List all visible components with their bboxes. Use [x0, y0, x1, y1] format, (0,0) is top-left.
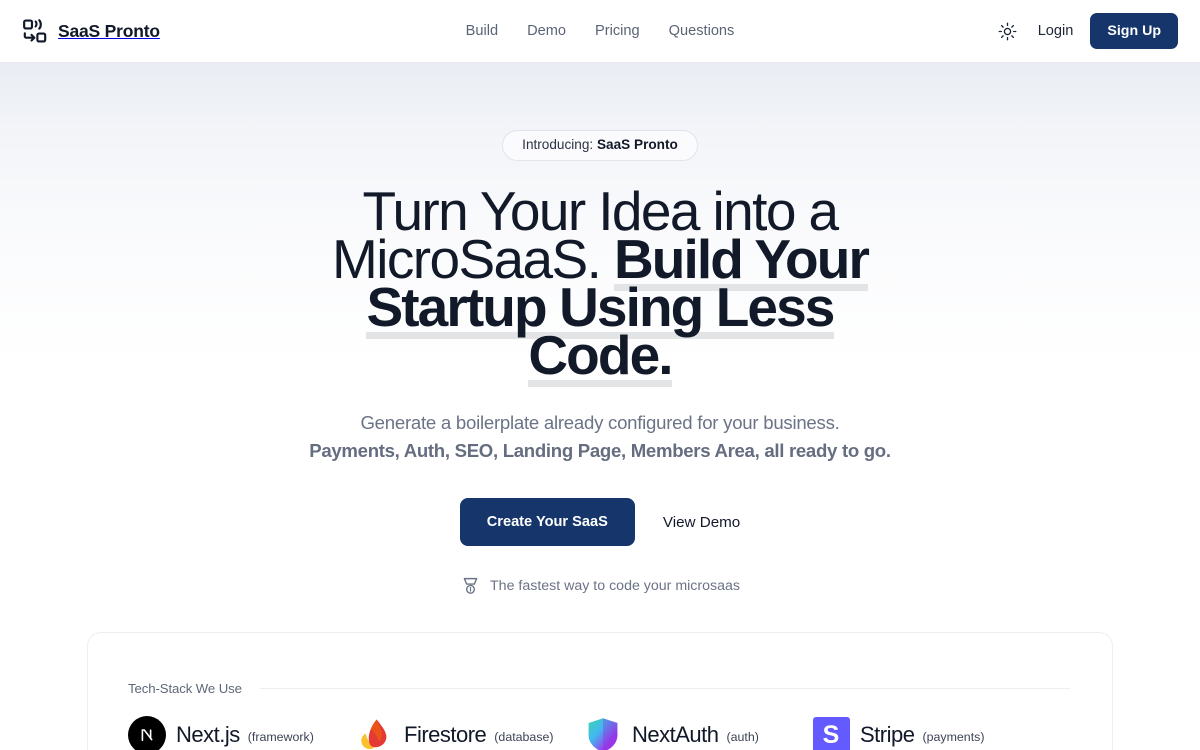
tech-stack-item-stripe: S Stripe (payments): [812, 716, 1040, 750]
landing-page: SaaS Pronto Build Demo Pricing Questions: [0, 0, 1200, 750]
login-link[interactable]: Login: [1038, 23, 1074, 39]
tech-stack-list: Next.js (framework) Firestore (database): [128, 716, 1072, 750]
nextauth-shield-glyph: [588, 718, 618, 750]
tech-stack-item-nextauth: NextAuth (auth): [584, 716, 812, 750]
announcement-badge[interactable]: Introducing: SaaS Pronto: [502, 130, 698, 161]
saas-pronto-logo-icon: [23, 19, 47, 43]
medal-icon: [463, 577, 478, 594]
badge-prefix: Introducing:: [522, 137, 597, 152]
hero-cta-row: Create Your SaaS View Demo: [0, 497, 1200, 546]
signup-button[interactable]: Sign Up: [1090, 13, 1178, 49]
tech-tag-nextjs: (framework): [247, 730, 314, 744]
hero-tagline: The fastest way to code your microsaas: [0, 576, 1200, 597]
navbar-actions: Login Sign Up: [995, 13, 1178, 49]
tech-name-nextauth: NextAuth: [632, 722, 719, 747]
page-title: Turn Your Idea into a MicroSaaS. Build Y…: [290, 183, 910, 382]
nav-link-build[interactable]: Build: [466, 23, 498, 39]
brand-logo-link[interactable]: SaaS Pronto: [22, 18, 160, 44]
tech-stack-item-firestore: Firestore (database): [356, 716, 584, 750]
hero-subtitle: Generate a boilerplate already configure…: [0, 409, 1200, 465]
stripe-letter: S: [812, 716, 850, 750]
hero-subtitle-line-2: Payments, Auth, SEO, Landing Page, Membe…: [309, 439, 891, 461]
top-navbar: SaaS Pronto Build Demo Pricing Questions: [0, 0, 1200, 63]
hero-section: Introducing: SaaS Pronto Turn Your Idea …: [0, 63, 1200, 597]
firebase-logo-icon: [356, 716, 394, 750]
tech-name-stripe: Stripe: [860, 722, 915, 747]
hero-tagline-text: The fastest way to code your microsaas: [490, 578, 740, 595]
nextauth-shield-icon: [584, 716, 622, 750]
tech-tag-nextauth: (auth): [726, 730, 759, 744]
brand-name: SaaS Pronto: [58, 20, 160, 41]
tech-stack-heading: Tech-Stack We Use: [128, 681, 242, 696]
tech-stack-divider: [259, 688, 1070, 689]
nav-link-questions[interactable]: Questions: [669, 23, 735, 39]
tech-stack-item-nextjs: Next.js (framework): [128, 716, 356, 750]
tech-tag-firestore: (database): [494, 730, 554, 744]
nextjs-n-glyph: [141, 729, 153, 741]
tech-name-nextjs: Next.js: [176, 722, 240, 747]
tech-stack-card: Tech-Stack We Use Next.js (framework) Fi…: [87, 632, 1113, 750]
view-demo-link[interactable]: View Demo: [663, 514, 740, 531]
sun-icon: [998, 22, 1017, 40]
firebase-flame-glyph: [361, 719, 387, 749]
tech-name-firestore: Firestore: [404, 722, 487, 747]
stripe-logo-icon: S: [812, 716, 850, 750]
nav-link-pricing[interactable]: Pricing: [595, 23, 640, 39]
nextjs-logo-icon: [128, 716, 166, 750]
nav-link-demo[interactable]: Demo: [527, 23, 566, 39]
theme-toggle-button[interactable]: [995, 18, 1021, 44]
tech-tag-stripe: (payments): [922, 730, 985, 744]
hero-subtitle-line-1: Generate a boilerplate already configure…: [360, 411, 840, 433]
tech-stack-header: Tech-Stack We Use: [128, 681, 1072, 696]
create-your-saas-button[interactable]: Create Your SaaS: [459, 497, 635, 546]
badge-strong: SaaS Pronto: [596, 137, 678, 152]
